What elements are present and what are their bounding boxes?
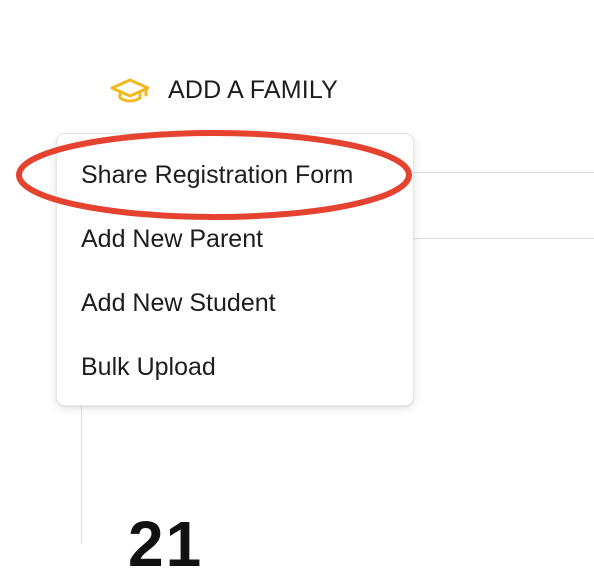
stat-number: 21 — [128, 508, 204, 580]
menu-item-bulk-upload[interactable]: Bulk Upload — [81, 347, 216, 387]
menu-item-add-new-student[interactable]: Add New Student — [81, 283, 276, 323]
menu-item-add-new-parent[interactable]: Add New Parent — [81, 219, 263, 259]
graduation-cap-icon — [110, 76, 150, 104]
add-family-label: ADD A FAMILY — [168, 75, 339, 104]
menu-item-share-registration-form[interactable]: Share Registration Form — [81, 155, 353, 195]
table-divider-middle — [410, 238, 594, 239]
add-family-dropdown-menu: Share Registration Form Add New Parent A… — [56, 133, 414, 406]
card-left-border — [81, 400, 82, 544]
table-divider-top — [410, 172, 594, 173]
add-family-button[interactable]: ADD A FAMILY — [110, 70, 338, 110]
